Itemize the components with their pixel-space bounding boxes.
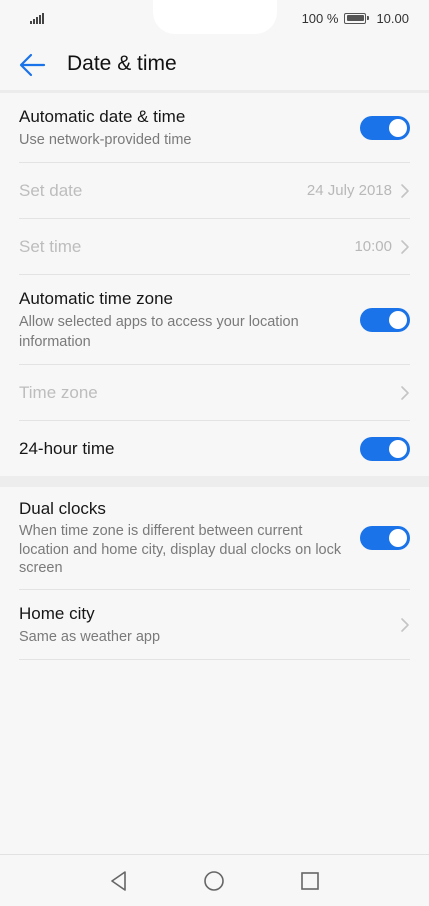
settings-list: Automatic date & time Use network-provid… [0,93,429,660]
set-date-title: Set date [19,180,83,200]
automatic-time-zone-title: Automatic time zone [19,288,174,308]
set-date-row[interactable]: Set date 24 July 2018 [19,163,410,219]
back-arrow-icon[interactable] [18,52,46,78]
toggle-knob [389,310,407,329]
status-right: 100 % 10.00 [302,10,409,26]
signal-icon [30,12,46,24]
recents-square-icon[interactable] [298,869,322,893]
automatic-date-time-title: Automatic date & time [19,106,186,126]
chevron-right-icon [401,385,409,400]
hour-24-toggle[interactable] [360,436,410,461]
home-city-title: Home city [19,603,95,623]
camera-notch [153,0,277,34]
dual-clocks-toggle[interactable] [360,526,410,550]
automatic-date-time-row[interactable]: Automatic date & time Use network-provid… [19,93,410,163]
toggle-knob [389,529,407,547]
hour-24-row[interactable]: 24-hour time [19,421,410,476]
navigation-bar [0,854,429,906]
status-bar: 100 % 10.00 [0,0,429,36]
set-time-value: 10:00 [354,238,392,255]
app-header: Date & time [0,38,429,92]
home-city-row[interactable]: Home city Same as weather app [19,590,410,660]
chevron-right-icon [401,239,409,254]
dual-clocks-title: Dual clocks [19,499,106,519]
hour-24-title: 24-hour time [19,438,115,458]
automatic-date-time-toggle[interactable] [360,115,410,140]
back-triangle-icon[interactable] [107,869,131,893]
set-time-row[interactable]: Set time 10:00 [19,219,410,275]
page-title: Date & time [67,52,177,75]
automatic-date-time-subtitle: Use network-provided time [19,131,192,148]
battery-percent: 100 % [301,10,339,26]
dual-clocks-subtitle: When time zone is different between curr… [19,523,342,577]
home-circle-icon[interactable] [202,869,226,893]
set-time-title: Set time [19,236,82,256]
dual-clocks-row[interactable]: Dual clocks When time zone is different … [19,487,410,590]
section-divider [0,476,429,487]
set-date-value: 24 July 2018 [306,182,392,199]
home-city-subtitle: Same as weather app [19,628,161,645]
chevron-right-icon [401,617,409,632]
status-time: 10.00 [376,10,409,26]
chevron-right-icon [401,183,409,198]
automatic-time-zone-subtitle: Allow selected apps to access your locat… [19,313,299,350]
time-zone-title: Time zone [19,382,98,402]
toggle-knob [389,118,407,137]
toggle-knob [389,439,407,458]
phone-screen: 100 % 10.00 Date & time Automatic date &… [0,0,429,906]
automatic-time-zone-toggle[interactable] [360,307,410,332]
automatic-time-zone-row[interactable]: Automatic time zone Allow selected apps … [19,275,410,365]
battery-icon [344,12,370,24]
time-zone-row[interactable]: Time zone [19,365,410,421]
